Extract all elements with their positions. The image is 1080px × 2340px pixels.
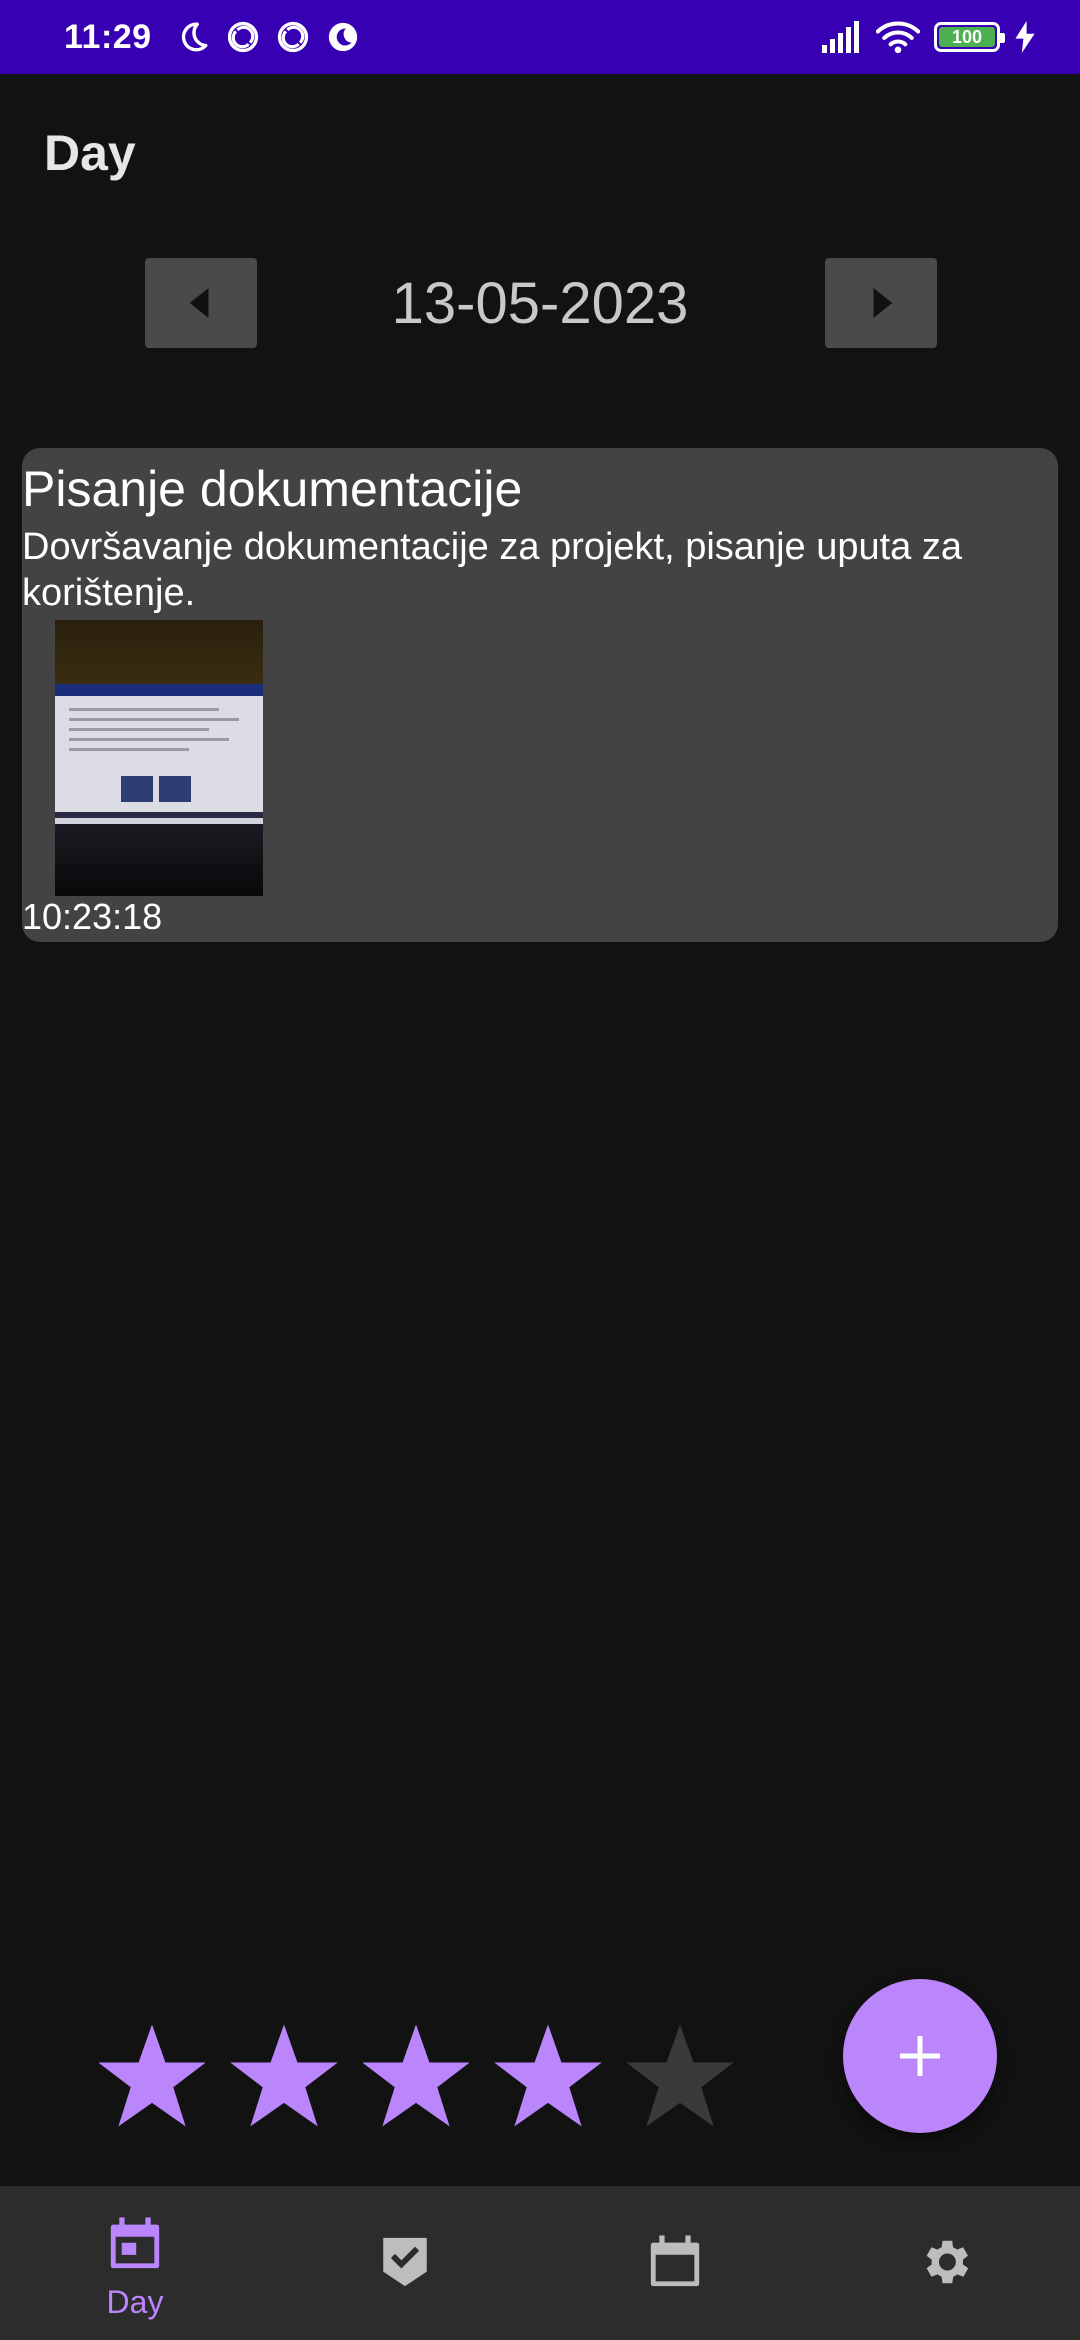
star-filled-icon[interactable] xyxy=(492,2020,604,2132)
signal-icon xyxy=(820,21,862,53)
photo-wall xyxy=(55,620,263,688)
photo-text-line xyxy=(69,738,229,741)
star-filled-icon[interactable] xyxy=(228,2020,340,2132)
nav-label-day: Day xyxy=(106,2284,164,2320)
rating-bar[interactable] xyxy=(96,2020,736,2132)
nav-item-settings[interactable] xyxy=(810,2186,1080,2340)
nav-item-calendar[interactable] xyxy=(540,2186,810,2340)
entry-title: Pisanje dokumentacije xyxy=(22,461,523,517)
star-filled-icon[interactable] xyxy=(360,2020,472,2132)
photo-text-line xyxy=(69,708,219,711)
battery-icon: 100 xyxy=(934,22,1005,52)
do-not-disturb-icon xyxy=(276,20,310,54)
moon-icon xyxy=(176,20,210,54)
entry-description: Dovršavanje dokumentacije za projekt, pi… xyxy=(22,526,962,614)
status-left: 11:29 xyxy=(64,18,360,57)
status-bar: 11:29 100 xyxy=(0,0,1080,74)
photo-text-line xyxy=(69,718,239,721)
status-right: 100 xyxy=(820,20,1036,54)
current-date: 13-05-2023 xyxy=(391,271,689,336)
calendar-today-icon xyxy=(103,2212,167,2276)
page-title: Day xyxy=(44,125,136,181)
battery-level: 100 xyxy=(939,27,995,47)
gear-icon xyxy=(913,2230,977,2294)
photo-desk xyxy=(55,824,263,896)
next-day-button[interactable] xyxy=(825,258,937,348)
wifi-icon xyxy=(876,20,920,54)
nav-item-tasks[interactable] xyxy=(270,2186,540,2340)
entry-card[interactable]: Pisanje dokumentacije Dovršavanje dokume… xyxy=(22,448,1058,942)
photo-screen xyxy=(55,696,263,816)
photo-text-line xyxy=(69,728,209,731)
entry-time: 10:23:18 xyxy=(22,896,163,937)
arrow-right-icon xyxy=(873,288,893,318)
night-mode-icon xyxy=(326,20,360,54)
star-filled-icon[interactable] xyxy=(96,2020,208,2132)
nav-item-day[interactable]: Day xyxy=(0,2186,270,2340)
do-not-disturb-icon xyxy=(226,20,260,54)
plus-icon xyxy=(900,2036,940,2076)
photo-text-line xyxy=(69,748,189,751)
charging-icon xyxy=(1014,21,1036,53)
photo-window xyxy=(159,776,191,802)
arrow-left-icon xyxy=(189,288,209,318)
star-empty-icon[interactable] xyxy=(624,2020,736,2132)
add-entry-button[interactable] xyxy=(843,1979,997,2133)
calendar-icon xyxy=(643,2230,707,2294)
previous-day-button[interactable] xyxy=(145,258,257,348)
screen: 11:29 100 Day 13-05-2023 Pisanje dokumen… xyxy=(0,0,1080,2340)
task-check-icon xyxy=(373,2230,437,2294)
photo-window xyxy=(121,776,153,802)
status-time: 11:29 xyxy=(64,17,152,56)
bottom-navigation: Day xyxy=(0,2186,1080,2340)
entry-photo[interactable] xyxy=(55,620,263,896)
